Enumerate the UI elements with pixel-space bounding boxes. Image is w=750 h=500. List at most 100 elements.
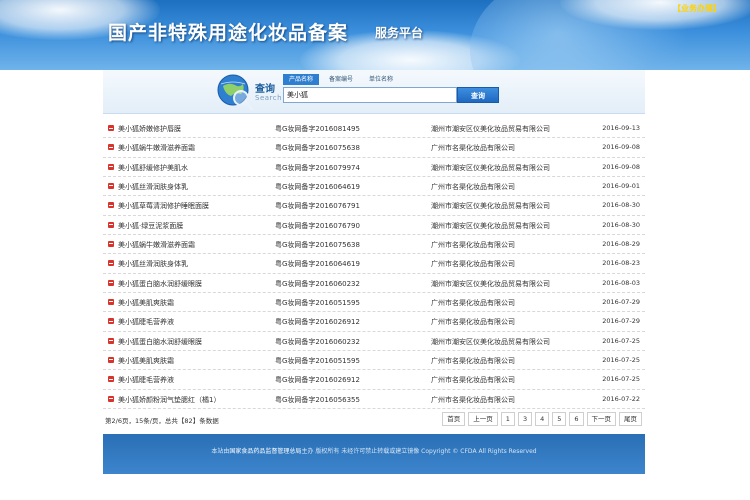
product-name-link[interactable]: 美小狐娇颜粉润气垫腮红（橘1） <box>118 395 220 405</box>
result-row[interactable]: 美小狐娇嫩修护唇膜 粤G妆网备字2016081495 潮州市潮安区仪美化妆品贸易有限… <box>103 119 645 139</box>
result-row[interactable]: 美小狐·绿豆泥浆面膜 粤G妆网备字2016076790 潮州市潮安区仪美化妆品贸易有… <box>103 216 645 235</box>
product-name-link[interactable]: 美小狐美肌爽肤霜 <box>118 356 174 366</box>
record-number: 粤G妆网备字2016060232 <box>275 279 360 288</box>
product-name-link[interactable]: 美小狐蜗牛嫩滑滋养面霜 <box>118 240 195 250</box>
result-row[interactable]: 美小狐美肌爽肤霜 粤G妆网备字2016051595 广州市名渠化妆品有限公司 2016… <box>103 293 645 313</box>
result-row[interactable]: 美小狐睫毛营养液 粤G妆网备字2016026912 广州市名渠化妆品有限公司 2016… <box>103 312 645 332</box>
company-name: 潮州市潮安区仪美化妆品贸易有限公司 <box>431 125 550 133</box>
result-row[interactable]: 美小狐蜗牛嫩滑滋养面霜 粤G妆网备字2016075638 广州市名渠化妆品有限公司 2… <box>103 138 645 158</box>
record-date: 2016-09-08 <box>602 162 640 171</box>
company-name: 广州市名渠化妆品有限公司 <box>431 395 515 404</box>
bullet-icon <box>108 298 114 305</box>
result-row[interactable]: 美小狐蛋白脑水润舒缓眼膜 粤G妆网备字2016060232 潮州市潮安区仪美化妆品贸… <box>103 274 645 293</box>
result-row[interactable]: 美小狐蛋白脑水润舒缓眼膜 粤G妆网备字2016060232 潮州市潮安区仪美化妆品贸… <box>103 332 645 351</box>
product-name-link[interactable]: 美小狐蛋白脑水润舒缓眼膜 <box>118 337 202 347</box>
record-number: 粤G妆网备字2016076791 <box>275 202 360 211</box>
product-name-link[interactable]: 美小狐娇嫩修护唇膜 <box>118 124 181 134</box>
first-page-button[interactable]: 首页 <box>442 412 466 426</box>
product-name-link[interactable]: 美小狐舒缓修护美肌水 <box>118 163 188 173</box>
product-name-link[interactable]: 美小狐美肌爽肤霜 <box>118 298 174 308</box>
record-date: 2016-08-23 <box>602 259 640 268</box>
record-date: 2016-07-22 <box>602 394 640 403</box>
product-name-link[interactable]: 美小狐丝滑润肤身体乳 <box>118 182 188 192</box>
bullet-icon <box>108 356 114 363</box>
company-name: 广州市名渠化妆品有限公司 <box>431 182 515 191</box>
result-row[interactable]: 美小狐草莓清润修护睡眠面膜 粤G妆网备字2016076791 潮州市潮安区仪美化妆品… <box>103 196 645 216</box>
bullet-icon <box>108 202 114 209</box>
product-name-link[interactable]: 美小狐睫毛营养液 <box>118 317 174 327</box>
record-date: 2016-07-25 <box>602 336 640 345</box>
bullet-icon <box>108 395 114 402</box>
product-name-link[interactable]: 美小狐睫毛营养液 <box>118 375 174 385</box>
record-date: 2016-08-30 <box>602 220 640 229</box>
bullet-icon <box>108 318 114 325</box>
bullet-icon <box>108 221 114 228</box>
record-number: 粤G妆网备字2016079974 <box>275 163 360 172</box>
record-date: 2016-08-03 <box>602 278 640 287</box>
result-row[interactable]: 美小狐娇颜粉润气垫腮红（橘1） 粤G妆网备字2016056355 广州市名渠化妆品有… <box>103 390 645 409</box>
record-number: 粤G妆网备字2016051595 <box>275 356 360 365</box>
pagination-bar: 第2/6页，15条/页，总共【82】条数据 首页 上一页 1 3 4 5 6 下… <box>103 412 645 427</box>
page-number-button[interactable]: 6 <box>569 412 584 426</box>
bullet-icon <box>108 240 114 247</box>
record-number: 粤G妆网备字2016064619 <box>275 260 360 269</box>
page-title: 国产非特殊用途化妆品备案 <box>108 22 349 44</box>
prev-page-button[interactable]: 上一页 <box>468 412 498 426</box>
product-name-link[interactable]: 美小狐草莓清润修护睡眠面膜 <box>118 201 209 211</box>
page-number-button[interactable]: 3 <box>517 412 533 426</box>
bullet-icon <box>108 182 114 189</box>
record-date: 2016-07-29 <box>602 317 640 326</box>
page-info: 第2/6页，15条/页，总共【82】条数据 <box>105 417 219 425</box>
bullet-icon <box>108 163 114 170</box>
product-name-link[interactable]: 美小狐蛋白脑水润舒缓眼膜 <box>118 279 202 289</box>
record-number: 粤G妆网备字2016064619 <box>275 182 360 191</box>
page-number-button[interactable]: 5 <box>552 412 567 426</box>
record-date: 2016-07-25 <box>602 355 640 364</box>
product-name-link[interactable]: 美小狐蜗牛嫩滑滋养面霜 <box>118 143 195 153</box>
search-logo-label: 查询 <box>255 84 275 95</box>
company-name: 潮州市潮安区仪美化妆品贸易有限公司 <box>431 337 550 346</box>
record-number: 粤G妆网备字2016026912 <box>275 318 360 327</box>
result-row[interactable]: 美小狐舒缓修护美肌水 粤G妆网备字2016079974 潮州市潮安区仪美化妆品贸易有… <box>103 158 645 177</box>
product-name-link[interactable]: 美小狐丝滑润肤身体乳 <box>118 259 188 269</box>
record-number: 粤G妆网备字2016026912 <box>275 376 360 385</box>
last-page-button[interactable]: 尾页 <box>619 412 642 426</box>
result-row[interactable]: 美小狐丝滑润肤身体乳 粤G妆网备字2016064619 广州市名渠化妆品有限公司 20… <box>103 254 645 274</box>
page-number-button[interactable]: 4 <box>535 412 550 426</box>
record-number: 粤G妆网备字2016075638 <box>275 240 360 249</box>
result-row[interactable]: 美小狐丝滑润肤身体乳 粤G妆网备字2016064619 广州市名渠化妆品有限公司 20… <box>103 177 645 197</box>
company-name: 广州市名渠化妆品有限公司 <box>431 260 515 269</box>
record-date: 2016-09-13 <box>602 124 640 132</box>
header-banner: 国产非特殊用途化妆品备案 服务平台 【业务办理】 <box>0 0 750 70</box>
sponsor-org-link[interactable]: 国家食品药品监督管理总局 <box>229 448 301 455</box>
record-number: 粤G妆网备字2016075638 <box>275 144 360 153</box>
record-date: 2016-09-01 <box>602 181 640 190</box>
company-name: 广州市名渠化妆品有限公司 <box>431 298 515 307</box>
tab-record-number[interactable]: 备案编号 <box>323 74 359 85</box>
copyright-footer: 本站由国家食品药品监督管理总局主办 版权所有 未经许可禁止转载或建立镜像 Cop… <box>103 434 645 474</box>
record-number: 粤G妆网备字2016060232 <box>275 337 360 346</box>
tab-product-name[interactable]: 产品名称 <box>283 74 320 85</box>
business-service-link[interactable]: 【业务办理】 <box>673 3 721 14</box>
page-number-button[interactable]: 1 <box>500 412 515 426</box>
record-number: 粤G妆网备字2016081495 <box>275 125 360 133</box>
next-page-button[interactable]: 下一页 <box>586 412 616 426</box>
record-date: 2016-07-25 <box>602 375 640 384</box>
company-name: 广州市名渠化妆品有限公司 <box>431 318 515 327</box>
tab-company-name[interactable]: 单位名称 <box>363 74 399 85</box>
result-row[interactable]: 美小狐美肌爽肤霜 粤G妆网备字2016051595 广州市名渠化妆品有限公司 2016… <box>103 351 645 371</box>
company-name: 潮州市潮安区仪美化妆品贸易有限公司 <box>431 202 550 211</box>
search-panel: 查询 Search 产品名称 备案编号 单位名称 查询 <box>103 70 645 114</box>
record-date: 2016-07-29 <box>602 297 640 306</box>
bullet-icon <box>108 125 114 131</box>
result-row[interactable]: 美小狐蜗牛嫩滑滋养面霜 粤G妆网备字2016075638 广州市名渠化妆品有限公司 2… <box>103 235 645 255</box>
product-name-link[interactable]: 美小狐·绿豆泥浆面膜 <box>118 221 183 231</box>
search-input[interactable] <box>283 87 457 103</box>
bullet-icon <box>108 279 114 286</box>
pager: 首页 上一页 1 3 4 5 6 下一页 尾页 <box>439 412 642 426</box>
result-row[interactable]: 美小狐睫毛营养液 粤G妆网备字2016026912 广州市名渠化妆品有限公司 2016… <box>103 370 645 390</box>
search-button[interactable]: 查询 <box>457 87 499 103</box>
company-name: 广州市名渠化妆品有限公司 <box>431 356 515 365</box>
search-logo-sublabel: Search <box>255 94 283 102</box>
record-number: 粤G妆网备字2016056355 <box>275 395 360 404</box>
